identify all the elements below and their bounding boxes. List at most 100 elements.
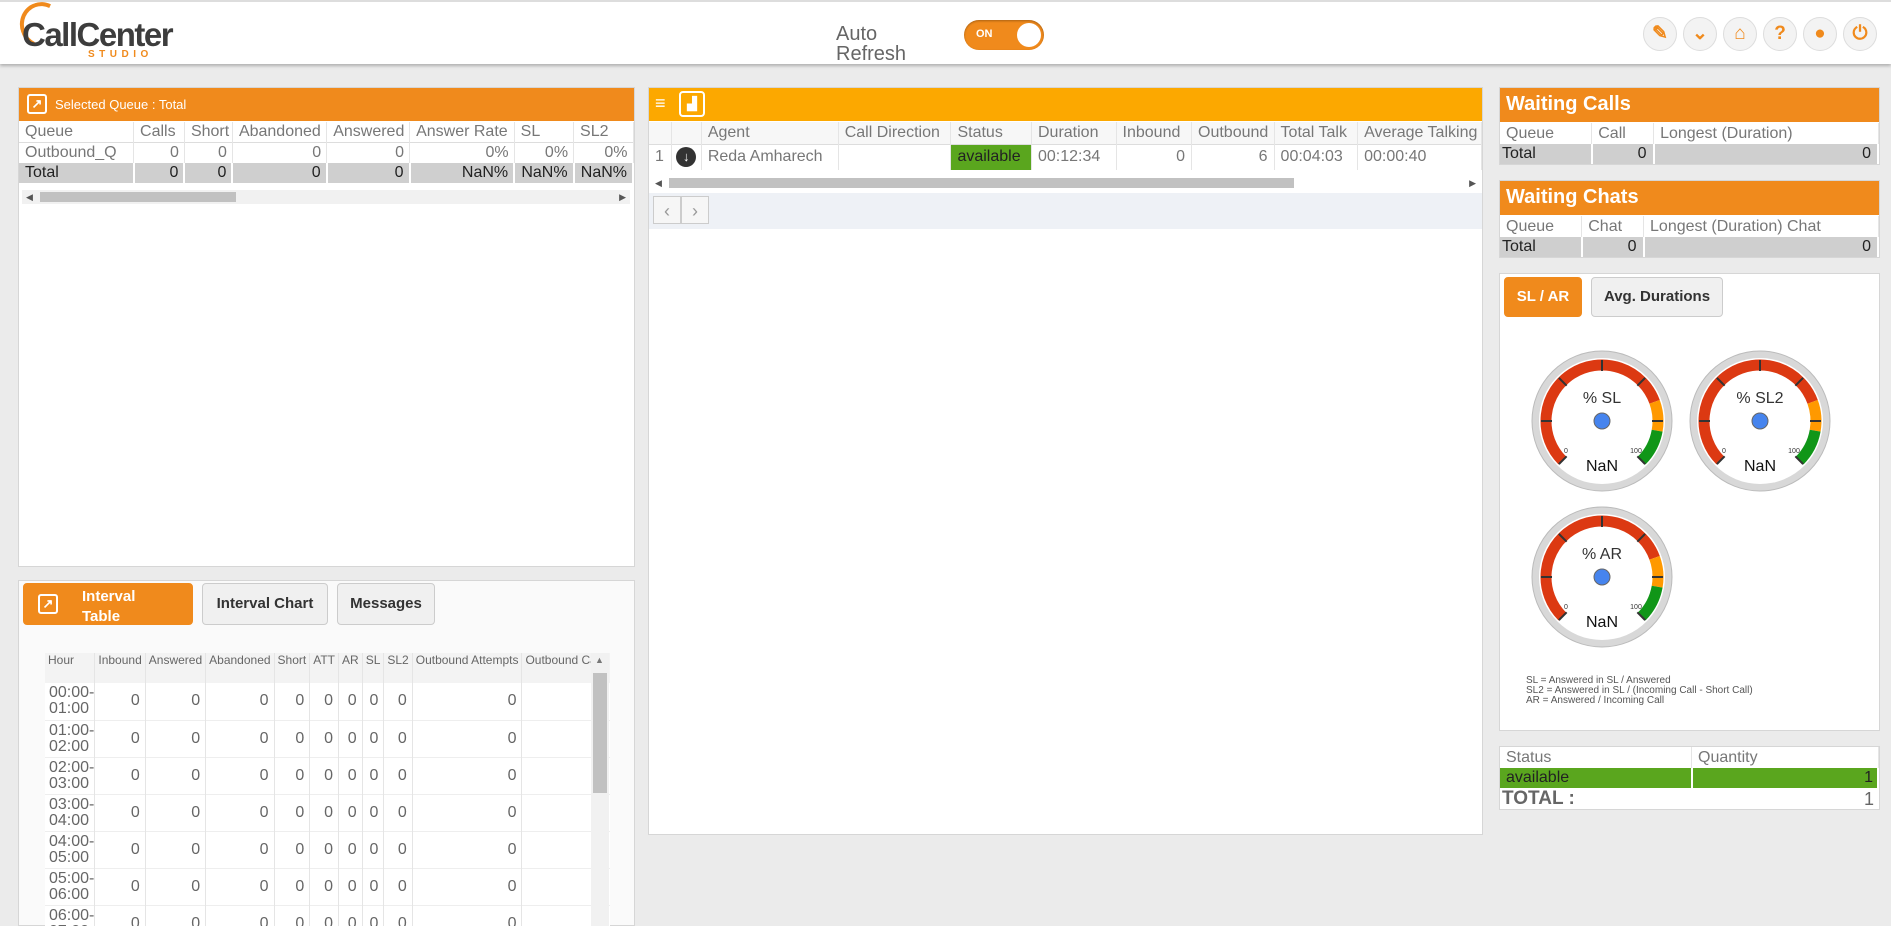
agent-outbound: 6 [1191,144,1275,170]
scroll-right-icon[interactable]: ▶ [1469,176,1476,190]
tab-interval-table[interactable]: ↗ Interval Table [23,583,193,625]
gauge-label: % SL2 [1736,390,1783,407]
column-header: Answered [326,122,411,142]
table-cell: 0% [514,142,575,163]
column-header: Abandoned [232,122,328,142]
table-cell: 0 [383,720,413,757]
column-header: Queue [1500,216,1583,237]
table-cell: 0 [362,757,385,794]
table-cell: 0 [362,683,385,720]
tab-avg-durations[interactable]: Avg. Durations [1591,277,1723,317]
agent-duration: 00:12:34 [1031,144,1117,170]
table-cell: 0 [309,831,340,868]
edit-icon[interactable]: ✎ [1643,17,1677,51]
table-cell: 0 [94,720,146,757]
scroll-left-icon[interactable]: ◀ [26,190,33,204]
menu-icon[interactable]: ≡ [655,94,673,113]
help-icon[interactable]: ? [1763,17,1797,51]
waiting-calls-panel: Waiting Calls Queue Call Longest (Duration… [1499,87,1880,165]
table-cell: 0 [274,831,311,868]
scroll-up-icon[interactable]: ▲ [595,655,604,665]
chevron-down-icon[interactable]: ⌄ [1683,17,1717,51]
table-cell: 0 [205,683,275,720]
user-icon[interactable]: ● [1803,17,1837,51]
interval-vertical-scrollbar[interactable]: ▲ [591,653,609,926]
external-link-icon[interactable]: ↗ [38,594,58,614]
waiting-chats-table: Queue Chat Longest (Duration) Chat Total 0 0 [1500,216,1880,257]
table-cell: 0 [274,683,311,720]
total-cell: Total [1500,144,1593,164]
table-cell: 0 [326,142,411,163]
next-page-button[interactable]: › [681,196,709,224]
chart-icon[interactable]: ▟ [679,91,705,117]
table-cell: 0 [362,905,385,926]
table-cell: 0 [274,868,311,905]
gauge-value: NaN [1744,458,1776,475]
gauge: % SL NaN 0 100 [1530,349,1674,493]
column-header: Inbound [1116,122,1193,144]
table-cell: 0 [338,720,363,757]
column-header: Answer Rate [409,122,515,142]
gauge-needle-hub [1593,412,1611,430]
previous-page-button[interactable]: ‹ [653,196,681,224]
column-header: Average Talking [1357,122,1482,144]
tab-messages[interactable]: Messages [337,583,435,625]
scroll-thumb[interactable] [593,673,607,793]
agent-direction [838,144,952,170]
power-icon[interactable]: ⏻ [1843,17,1877,51]
table-cell: 0 [412,831,523,868]
scroll-right-icon[interactable]: ▶ [619,190,626,204]
tab-interval-chart[interactable]: Interval Chart [202,583,328,625]
table-cell: 02:00-03:00 [45,757,96,794]
table-cell: 05:00-06:00 [45,868,96,905]
scroll-left-icon[interactable]: ◀ [655,176,662,190]
table-cell: 0 [205,831,275,868]
column-header: Status [1500,747,1692,768]
selected-queue-panel: ↗ Selected Queue : Total Queue Calls Short… [18,87,635,567]
download-icon[interactable]: ↓ [676,147,697,168]
table-cell: 0 [205,905,275,926]
auto-refresh-toggle[interactable]: ON [964,20,1044,50]
table-cell: 0 [412,868,523,905]
table-cell: 0 [412,905,523,926]
table-cell: 0 [94,905,146,926]
table-cell: 0 [145,905,207,926]
table-cell: 01:00-02:00 [45,720,96,757]
table-cell: 0 [338,683,363,720]
table-cell: 0 [94,868,146,905]
table-cell: 0 [383,683,413,720]
gauge-max-label: 100 [1630,604,1642,611]
total-cell: 0 [133,163,186,183]
toggle-knob [1017,23,1041,47]
agent-horizontal-scrollbar[interactable]: ◀ ▶ [649,176,1482,190]
scroll-thumb[interactable] [40,192,236,202]
table-cell: 0 [274,757,311,794]
table-cell: 04:00-05:00 [45,831,96,868]
table-cell: 0 [145,831,207,868]
scroll-thumb[interactable] [669,178,1294,188]
home-icon[interactable]: ⌂ [1723,17,1757,51]
table-cell: 0 [232,142,328,163]
column-header: Agent [701,122,839,144]
column-header: Outbound [1191,122,1275,144]
gauge-needle-hub [1751,412,1769,430]
status-summary-panel: Status Quantity available 1 TOTAL : 1 [1499,746,1880,810]
status-badge: available [1500,768,1693,788]
queue-horizontal-scrollbar[interactable]: ◀ ▶ [22,190,630,204]
tab-sl-ar[interactable]: SL / AR [1504,277,1582,317]
queue-table: Queue Calls Short Abandoned Answered Answer R… [19,122,635,183]
table-cell: 06:00-07:00 [45,905,96,926]
table-cell: 0 [309,794,340,831]
table-cell: 0 [412,757,523,794]
column-header: Outbound Attempts [412,653,523,683]
column-header: Short [184,122,233,142]
column-header: Answered [145,653,207,683]
total-cell: NaN% [514,163,575,183]
gauge-value: NaN [1586,614,1618,631]
column-header: Call [1591,123,1655,144]
tab-label: Interval Table [82,588,136,625]
table-row: 04:00-05:000000000000 [45,831,610,868]
legend-ar: AR = Answered / Incoming Call [1526,695,1665,706]
column-header: AR [338,653,363,683]
external-link-icon[interactable]: ↗ [27,94,47,114]
